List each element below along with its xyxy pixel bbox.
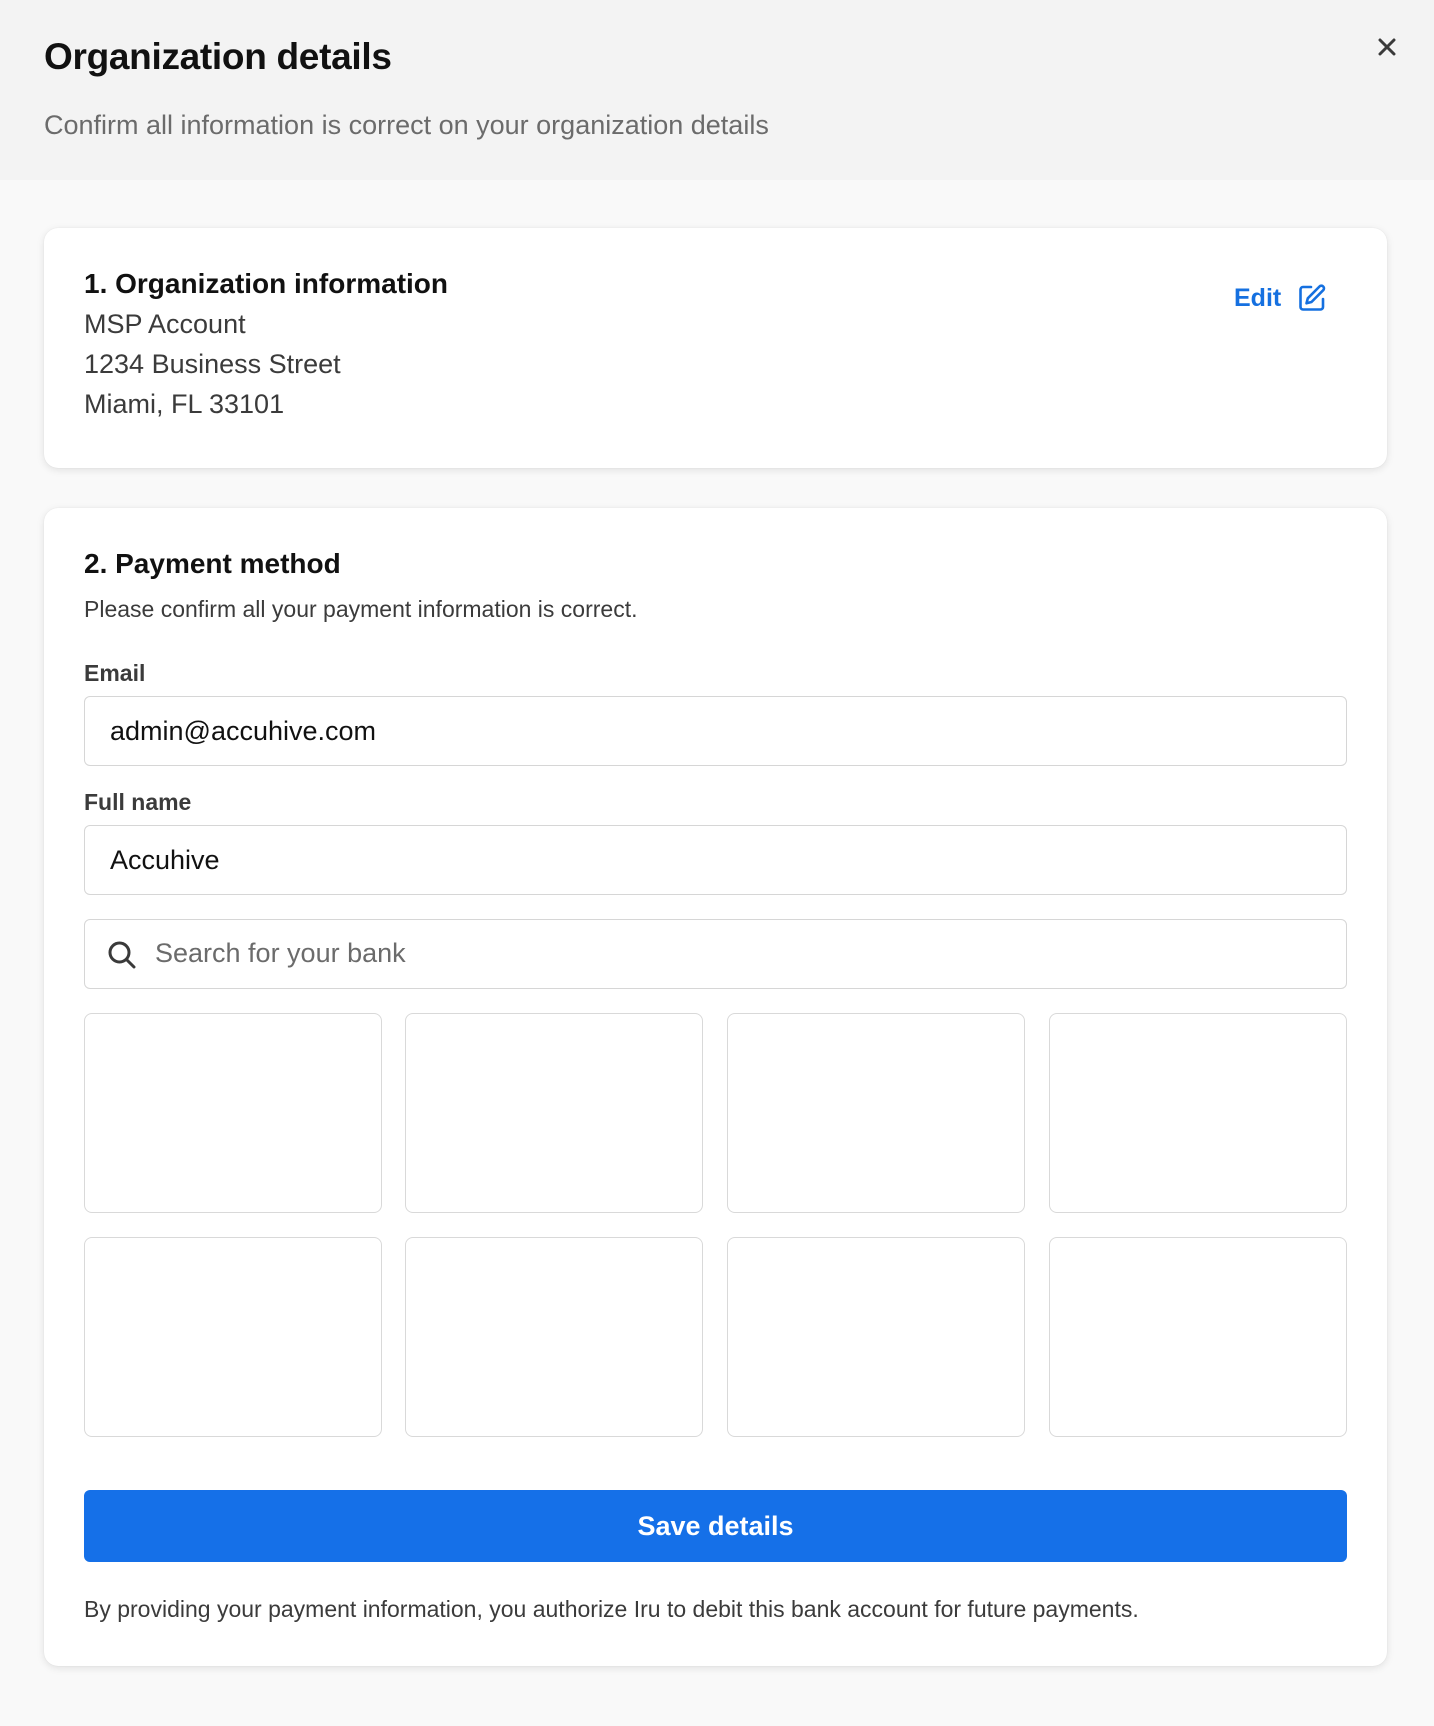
- payment-method-title: 2. Payment method: [84, 548, 341, 579]
- payment-method-subtitle: Please confirm all your payment informat…: [84, 596, 638, 622]
- bank-tile[interactable]: [405, 1013, 703, 1213]
- organization-info-title: 1. Organization information: [84, 268, 449, 299]
- bank-tile[interactable]: [1049, 1237, 1347, 1437]
- organization-name: MSP Account: [84, 309, 246, 339]
- bank-tile[interactable]: [405, 1237, 703, 1437]
- save-details-button[interactable]: Save details: [84, 1490, 1347, 1562]
- fullname-label: Full name: [84, 789, 192, 815]
- edit-button[interactable]: Edit: [1234, 278, 1327, 318]
- email-label: Email: [84, 660, 146, 686]
- modal-subtitle: Confirm all information is correct on yo…: [44, 110, 769, 140]
- payment-method-card: 2. Payment method Please confirm all you…: [44, 508, 1387, 1666]
- search-icon: [108, 941, 136, 969]
- bank-tile[interactable]: [727, 1013, 1025, 1213]
- organization-address-line2: Miami, FL 33101: [84, 389, 285, 419]
- email-field[interactable]: [84, 696, 1347, 766]
- bank-search[interactable]: [84, 919, 1347, 989]
- bank-search-input[interactable]: [155, 920, 1335, 987]
- organization-info-card: 1. Organization information MSP Account …: [44, 228, 1387, 468]
- modal-title: Organization details: [44, 36, 392, 77]
- edit-label: Edit: [1234, 283, 1282, 312]
- organization-address-line1: 1234 Business Street: [84, 349, 341, 379]
- bank-tile[interactable]: [84, 1013, 382, 1213]
- bank-tile[interactable]: [1049, 1013, 1347, 1213]
- modal-header: Organization details Confirm all informa…: [0, 0, 1434, 180]
- bank-tile[interactable]: [84, 1237, 382, 1437]
- close-button[interactable]: [1370, 30, 1404, 64]
- bank-tile[interactable]: [727, 1237, 1025, 1437]
- payment-disclaimer: By providing your payment information, y…: [84, 1596, 1139, 1622]
- close-icon: [1378, 38, 1396, 56]
- fullname-field[interactable]: [84, 825, 1347, 895]
- edit-icon: [1299, 284, 1326, 311]
